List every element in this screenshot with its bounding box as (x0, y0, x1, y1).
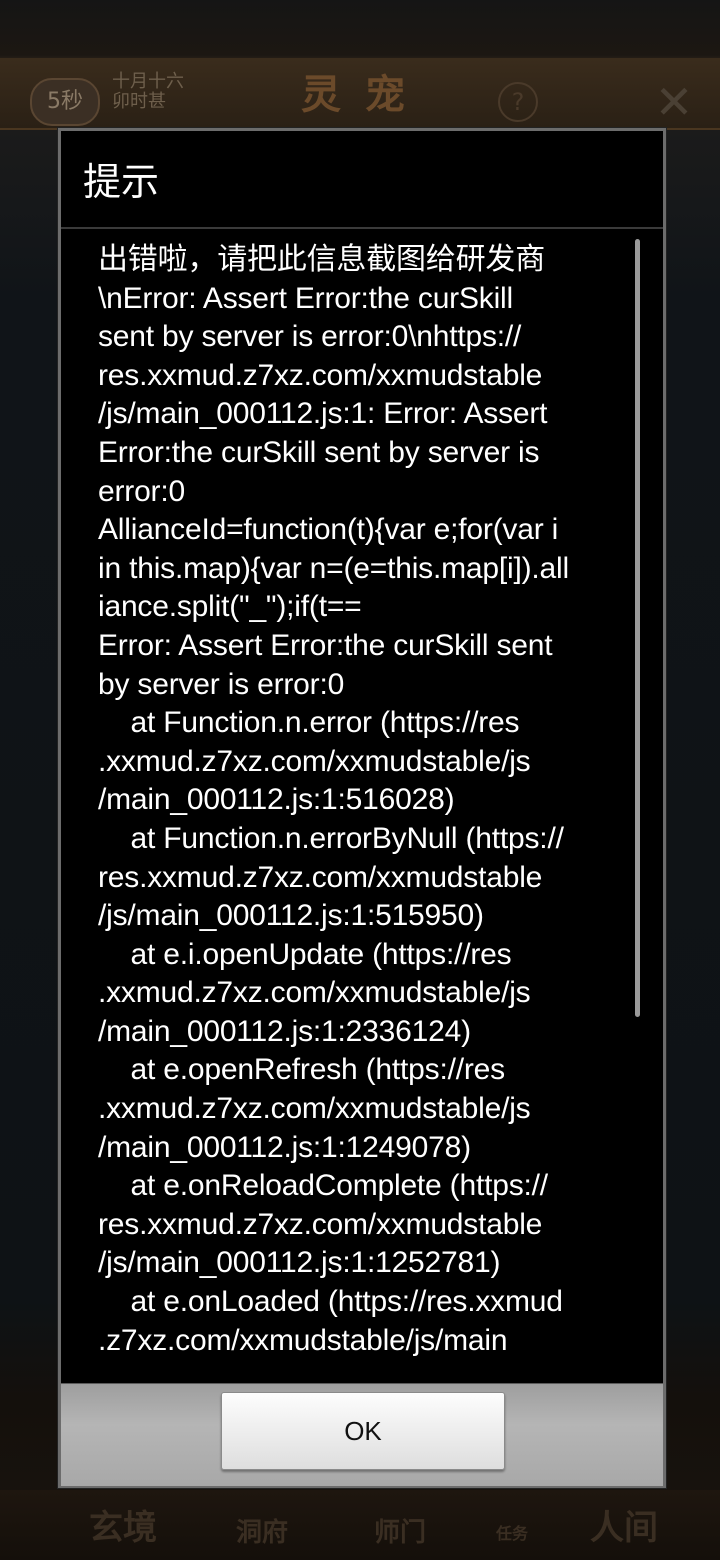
timer-badge: 5秒 (30, 78, 100, 126)
help-icon: ? (498, 82, 538, 122)
game-date-label: 十月十六 卯时甚 (112, 71, 184, 112)
error-dialog: 提示 出错啦，请把此信息截图给研发商 \nError: Assert Error… (58, 128, 666, 1488)
ok-button[interactable]: OK (221, 1392, 505, 1470)
title-divider (61, 227, 663, 229)
nav-item-renjian: 人间 (590, 1508, 658, 1548)
nav-item-xuanjing: 玄境 (89, 1508, 157, 1548)
message-scroll-area[interactable]: 出错啦，请把此信息截图给研发商 \nError: Assert Error:th… (98, 241, 646, 1361)
nav-item-task: 任务 (495, 1524, 528, 1543)
button-bar: OK (61, 1383, 663, 1486)
error-message: 出错啦，请把此信息截图给研发商 \nError: Assert Error:th… (98, 243, 569, 1357)
nav-item-dongfu: 洞府 (235, 1518, 288, 1548)
game-page-title: 灵宠 (301, 71, 429, 118)
nav-item-shimen: 师门 (373, 1518, 426, 1548)
scrollbar[interactable] (635, 239, 640, 1017)
close-icon: ✕ (654, 75, 694, 129)
dialog-title: 提示 (83, 160, 160, 204)
